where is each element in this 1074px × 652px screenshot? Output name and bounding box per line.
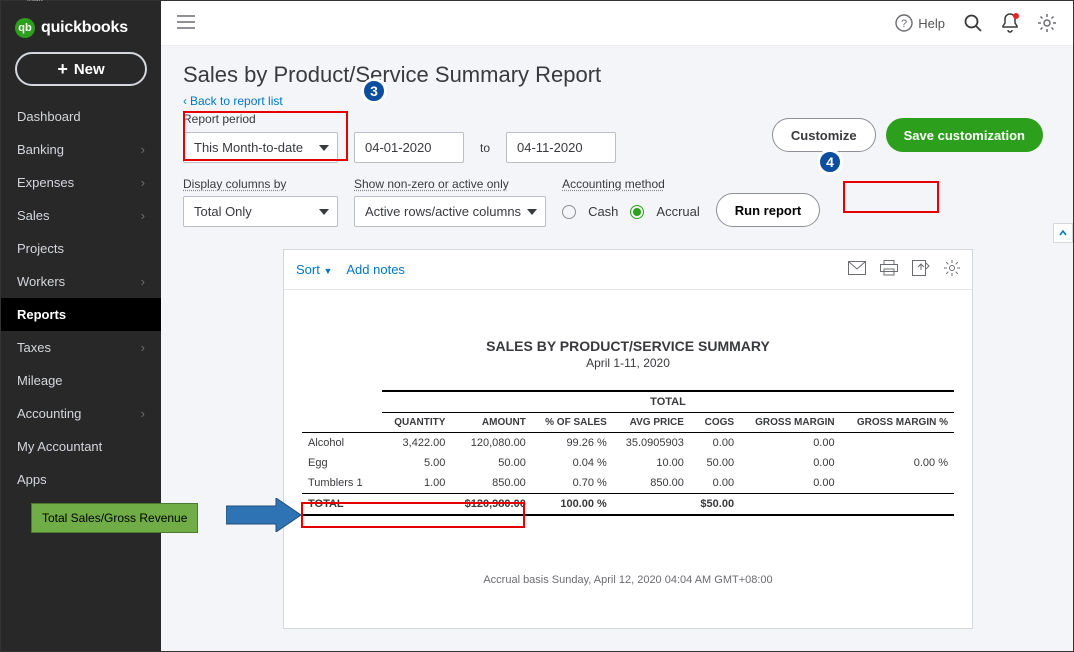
col-cogs: COGS	[690, 413, 740, 433]
col-quantity: QUANTITY	[382, 413, 451, 433]
report-footer: Accrual basis Sunday, April 12, 2020 04:…	[284, 574, 972, 586]
show-nonzero-label: Show non-zero or active only	[354, 177, 546, 191]
chevron-right-icon: ›	[141, 406, 145, 421]
nav-my-accountant[interactable]: My Accountant	[1, 430, 161, 463]
chevron-down-icon: ▼	[323, 266, 332, 276]
annotation-label: Total Sales/Gross Revenue	[31, 503, 198, 533]
total-superheader: TOTAL	[382, 391, 954, 413]
table-row[interactable]: Egg5.0050.000.04 %10.0050.000.000.00 %	[302, 453, 954, 473]
chevron-left-icon: ‹	[183, 94, 187, 108]
report-table: TOTAL QUANTITY AMOUNT % OF SALES AVG PRI…	[302, 390, 954, 516]
to-label: to	[480, 141, 490, 163]
nav-apps[interactable]: Apps	[1, 463, 161, 496]
topbar: ? Help	[161, 1, 1073, 46]
sidebar-fade	[1, 621, 161, 651]
sort-link[interactable]: Sort ▼	[296, 262, 332, 277]
step-marker-3: 3	[361, 78, 387, 104]
radio-accrual[interactable]	[630, 205, 644, 219]
date-from-input[interactable]: 04-01-2020	[354, 132, 464, 163]
col-avg-price: AVG PRICE	[613, 413, 690, 433]
save-customization-button[interactable]: Save customization	[886, 118, 1043, 152]
radio-accrual-label: Accrual	[656, 204, 699, 219]
gear-icon[interactable]	[1037, 13, 1057, 33]
nav-workers[interactable]: Workers›	[1, 265, 161, 298]
collapse-panel-icon[interactable]	[1053, 223, 1073, 243]
chevron-down-icon	[319, 209, 329, 215]
nav-projects[interactable]: Projects	[1, 232, 161, 265]
accounting-method-label: Accounting method	[562, 177, 700, 191]
report-subtitle: April 1-11, 2020	[284, 356, 972, 370]
radio-cash[interactable]	[562, 205, 576, 219]
table-row[interactable]: Tumblers 11.00850.000.70 %850.000.000.00	[302, 473, 954, 494]
col-gross-margin-pct: GROSS MARGIN %	[841, 413, 954, 433]
nav-expenses[interactable]: Expenses›	[1, 166, 161, 199]
settings-gear-icon[interactable]	[944, 260, 960, 279]
back-to-report-list-link[interactable]: ‹Back to report list	[183, 94, 1073, 108]
nav-dashboard[interactable]: Dashboard	[1, 100, 161, 133]
chevron-right-icon: ›	[141, 175, 145, 190]
notification-dot	[1013, 13, 1019, 19]
show-nonzero-select[interactable]: Active rows/active columns	[354, 196, 546, 227]
annotation-arrow-icon	[226, 498, 301, 532]
col-gross-margin: GROSS MARGIN	[740, 413, 841, 433]
report-title: SALES BY PRODUCT/SERVICE SUMMARY	[284, 338, 972, 354]
chevron-down-icon	[319, 145, 329, 151]
search-icon[interactable]	[963, 13, 983, 33]
nav-reports[interactable]: Reports	[1, 298, 161, 331]
brand-name: quickbooks	[41, 19, 128, 37]
help-link[interactable]: ? Help	[895, 14, 945, 32]
sidebar: ıntuıt qb quickbooks +New Dashboard Bank…	[1, 1, 161, 651]
col-blank	[302, 413, 382, 433]
nav-mileage[interactable]: Mileage	[1, 364, 161, 397]
new-button[interactable]: +New	[15, 52, 147, 86]
logo: qb quickbooks	[1, 8, 161, 52]
report-period-select[interactable]: This Month-to-date	[183, 132, 338, 163]
display-columns-select[interactable]: Total Only	[183, 196, 338, 227]
qb-logo-icon: qb	[15, 18, 35, 38]
help-icon: ?	[895, 14, 913, 32]
radio-cash-label: Cash	[588, 204, 618, 219]
print-icon[interactable]	[880, 260, 898, 279]
date-to-input[interactable]: 04-11-2020	[506, 132, 616, 163]
nav-sales[interactable]: Sales›	[1, 199, 161, 232]
chevron-right-icon: ›	[141, 340, 145, 355]
step-marker-4: 4	[817, 149, 843, 175]
nav-banking[interactable]: Banking›	[1, 133, 161, 166]
notifications-icon[interactable]	[1001, 13, 1019, 33]
export-icon[interactable]	[912, 260, 930, 279]
svg-text:?: ?	[901, 18, 907, 30]
chevron-right-icon: ›	[141, 142, 145, 157]
table-total-row: TOTAL$120,980.00100.00 %$50.00	[302, 494, 954, 516]
email-icon[interactable]	[848, 261, 866, 278]
hamburger-icon[interactable]	[177, 15, 195, 32]
customize-button[interactable]: Customize	[772, 118, 876, 152]
col-amount: AMOUNT	[451, 413, 531, 433]
run-report-button[interactable]: Run report	[716, 193, 820, 227]
nav-taxes[interactable]: Taxes›	[1, 331, 161, 364]
report-card: Sort ▼ Add notes SALES BY PRODUCT/SERVIC…	[283, 249, 973, 629]
chevron-right-icon: ›	[141, 274, 145, 289]
display-columns-label: Display columns by	[183, 177, 338, 191]
add-notes-link[interactable]: Add notes	[346, 262, 405, 277]
nav-accounting[interactable]: Accounting›	[1, 397, 161, 430]
page-title: Sales by Product/Service Summary Report	[183, 62, 1073, 88]
col-pct-sales: % OF SALES	[532, 413, 613, 433]
table-row[interactable]: Alcohol3,422.00120,080.0099.26 %35.09059…	[302, 433, 954, 454]
chevron-right-icon: ›	[141, 208, 145, 223]
chevron-down-icon	[527, 209, 537, 215]
